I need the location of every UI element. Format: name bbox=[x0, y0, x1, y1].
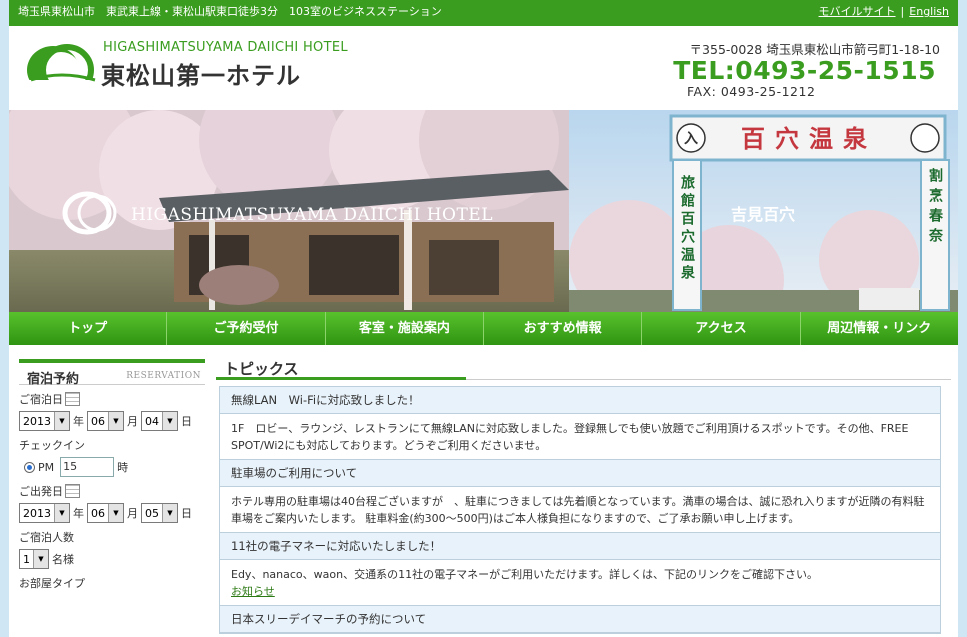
page-content: 宿泊予約 RESERVATION ご宿泊日 2013 ▼ 年 06 ▼ 月 04 ▼ … bbox=[9, 345, 958, 637]
checkin-day-select[interactable]: 04 ▼ bbox=[141, 411, 178, 431]
topics-section: トピックス 無線LAN Wi-Fiに対応致しました！ 1F ロビー、ラウンジ、レ… bbox=[216, 355, 951, 634]
hotel-fax: FAX: 0493-25-1212 bbox=[687, 84, 816, 99]
nav-rooms[interactable]: 客室・施設案内 bbox=[326, 312, 484, 345]
unit-month: 月 bbox=[127, 415, 138, 428]
banner-image: 入 百穴温泉 旅館百穴温泉 割烹春奈 HIGASHIMATSUYAMA DAII… bbox=[9, 110, 958, 312]
reservation-panel: 宿泊予約 RESERVATION ご宿泊日 2013 ▼ 年 06 ▼ 月 04 ▼ … bbox=[19, 359, 205, 591]
link-separator: | bbox=[900, 5, 905, 18]
topics-title: トピックス bbox=[224, 360, 299, 378]
top-bar: 埼玉県東松山市 東武東上線・東松山駅東口徒歩3分 103室のビジネスステーション… bbox=[9, 0, 958, 26]
topics-divider bbox=[466, 379, 951, 380]
topic-body-with-link: Edy、nanaco、waon、交通系の11社の電子マネーがご利用いただけます。… bbox=[220, 560, 940, 606]
nav-reservation[interactable]: ご予約受付 bbox=[167, 312, 326, 345]
checkin-time-label: チェックイン bbox=[19, 439, 85, 452]
unit-hour: 時 bbox=[117, 461, 129, 474]
chevron-down-icon: ▼ bbox=[33, 550, 48, 568]
checkout-month-value: 06 bbox=[91, 506, 105, 520]
topic-body: 1F ロビー、ラウンジ、レストランにて無線LANに対応致しました。登録無しでも使… bbox=[220, 414, 940, 460]
site-header: HIGASHIMATSUYAMA DAIICHI HOTEL 東松山第一ホテル … bbox=[9, 26, 958, 110]
tagline: 埼玉県東松山市 東武東上線・東松山駅東口徒歩3分 103室のビジネスステーション bbox=[18, 5, 442, 18]
topic-title: 日本スリーデイマーチの予約について bbox=[220, 606, 940, 633]
chevron-down-icon: ▼ bbox=[162, 412, 177, 430]
sign-side-right: 割烹春奈 bbox=[927, 167, 944, 248]
checkin-date-text: ご宿泊日 bbox=[19, 393, 63, 406]
checkin-year-select[interactable]: 2013 ▼ bbox=[19, 411, 70, 431]
topics-heading: トピックス bbox=[216, 355, 951, 381]
checkout-year-select[interactable]: 2013 ▼ bbox=[19, 503, 70, 523]
checkin-year-value: 2013 bbox=[23, 414, 51, 428]
calendar-icon[interactable] bbox=[65, 392, 80, 406]
checkin-month-select[interactable]: 06 ▼ bbox=[87, 411, 124, 431]
nav-access[interactable]: アクセス bbox=[642, 312, 801, 345]
checkin-time-row: PM 15 時 bbox=[19, 457, 205, 477]
checkout-month-select[interactable]: 06 ▼ bbox=[87, 503, 124, 523]
hotel-name-en: HIGASHIMATSUYAMA DAIICHI HOTEL bbox=[103, 40, 348, 55]
sign-side-left: 旅館百穴温泉 bbox=[679, 174, 696, 283]
hero-banner: 入 百穴温泉 旅館百穴温泉 割烹春奈 HIGASHIMATSUYAMA DAII… bbox=[9, 110, 958, 312]
checkout-date-text: ご出発日 bbox=[19, 485, 63, 498]
global-nav: トップ ご予約受付 客室・施設案内 おすすめ情報 アクセス 周辺情報・リンク bbox=[9, 312, 958, 345]
nav-top[interactable]: トップ bbox=[9, 312, 168, 345]
reservation-heading: 宿泊予約 RESERVATION bbox=[19, 359, 205, 387]
banner-title: HIGASHIMATSUYAMA DAIICHI HOTEL bbox=[131, 205, 493, 225]
topics-list: 無線LAN Wi-Fiに対応致しました！ 1F ロビー、ラウンジ、レストランにて… bbox=[219, 386, 941, 634]
top-links: モバイルサイト | English bbox=[819, 0, 949, 24]
reservation-title: 宿泊予約 bbox=[27, 372, 80, 387]
guests-select[interactable]: 1 ▼ bbox=[19, 549, 49, 569]
hotel-logo-icon[interactable] bbox=[21, 40, 101, 96]
checkout-day-select[interactable]: 05 ▼ bbox=[141, 503, 178, 523]
unit-month: 月 bbox=[127, 507, 138, 520]
guests-row: 1 ▼ 名様 bbox=[19, 549, 205, 569]
calendar-icon[interactable] bbox=[65, 484, 80, 498]
mobile-site-link[interactable]: モバイルサイト bbox=[819, 5, 896, 18]
topic-body: ホテル専用の駐車場は40台程ございますが 、駐車につきましては先着順となっていま… bbox=[220, 487, 940, 533]
unit-day: 日 bbox=[181, 415, 192, 428]
checkin-date-row: 2013 ▼ 年 06 ▼ 月 04 ▼ 日 bbox=[19, 411, 205, 431]
banner-caption: 吉見百穴 bbox=[731, 205, 795, 224]
guests-unit: 名様 bbox=[52, 553, 74, 566]
chevron-down-icon: ▼ bbox=[108, 412, 123, 430]
checkin-day-value: 04 bbox=[145, 414, 159, 428]
notice-link[interactable]: お知らせ bbox=[231, 585, 275, 598]
checkin-hour-input[interactable]: 15 bbox=[60, 457, 115, 477]
unit-year: 年 bbox=[73, 415, 84, 428]
nav-recommend[interactable]: おすすめ情報 bbox=[484, 312, 643, 345]
topic-body-text: Edy、nanaco、waon、交通系の11社の電子マネーがご利用いただけます。… bbox=[231, 568, 818, 581]
pm-label: PM bbox=[38, 460, 55, 474]
chevron-down-icon: ▼ bbox=[162, 504, 177, 522]
checkout-date-row: 2013 ▼ 年 06 ▼ 月 05 ▼ 日 bbox=[19, 503, 205, 523]
checkin-date-label: ご宿泊日 bbox=[19, 391, 205, 407]
topic-title: 駐車場のご利用について bbox=[220, 460, 940, 487]
checkout-year-value: 2013 bbox=[23, 506, 51, 520]
chevron-down-icon: ▼ bbox=[54, 504, 69, 522]
unit-year: 年 bbox=[73, 507, 84, 520]
sign-main: 百穴温泉 bbox=[741, 125, 877, 153]
chevron-down-icon: ▼ bbox=[108, 504, 123, 522]
unit-day: 日 bbox=[181, 507, 192, 520]
topic-title: 無線LAN Wi-Fiに対応致しました！ bbox=[220, 387, 940, 414]
guests-value: 1 bbox=[23, 552, 30, 566]
chevron-down-icon: ▼ bbox=[54, 412, 69, 430]
reservation-title-en: RESERVATION bbox=[126, 371, 201, 381]
topic-title: 11社の電子マネーに対応いたしました！ bbox=[220, 533, 940, 560]
checkout-date-label: ご出発日 bbox=[19, 483, 205, 499]
guests-label: ご宿泊人数 bbox=[19, 531, 74, 544]
hotel-name-jp[interactable]: 東松山第一ホテル bbox=[101, 56, 301, 91]
room-type-label: お部屋タイプ bbox=[19, 577, 85, 590]
english-link[interactable]: English bbox=[909, 5, 949, 18]
pm-radio[interactable] bbox=[24, 461, 35, 473]
checkout-day-value: 05 bbox=[145, 506, 159, 520]
nav-links[interactable]: 周辺情報・リンク bbox=[801, 312, 958, 345]
checkin-month-value: 06 bbox=[91, 414, 105, 428]
hotel-tel: TEL:0493-25-1515 bbox=[673, 56, 936, 85]
sign-entrance: 入 bbox=[684, 131, 698, 147]
topics-underline bbox=[216, 377, 466, 380]
